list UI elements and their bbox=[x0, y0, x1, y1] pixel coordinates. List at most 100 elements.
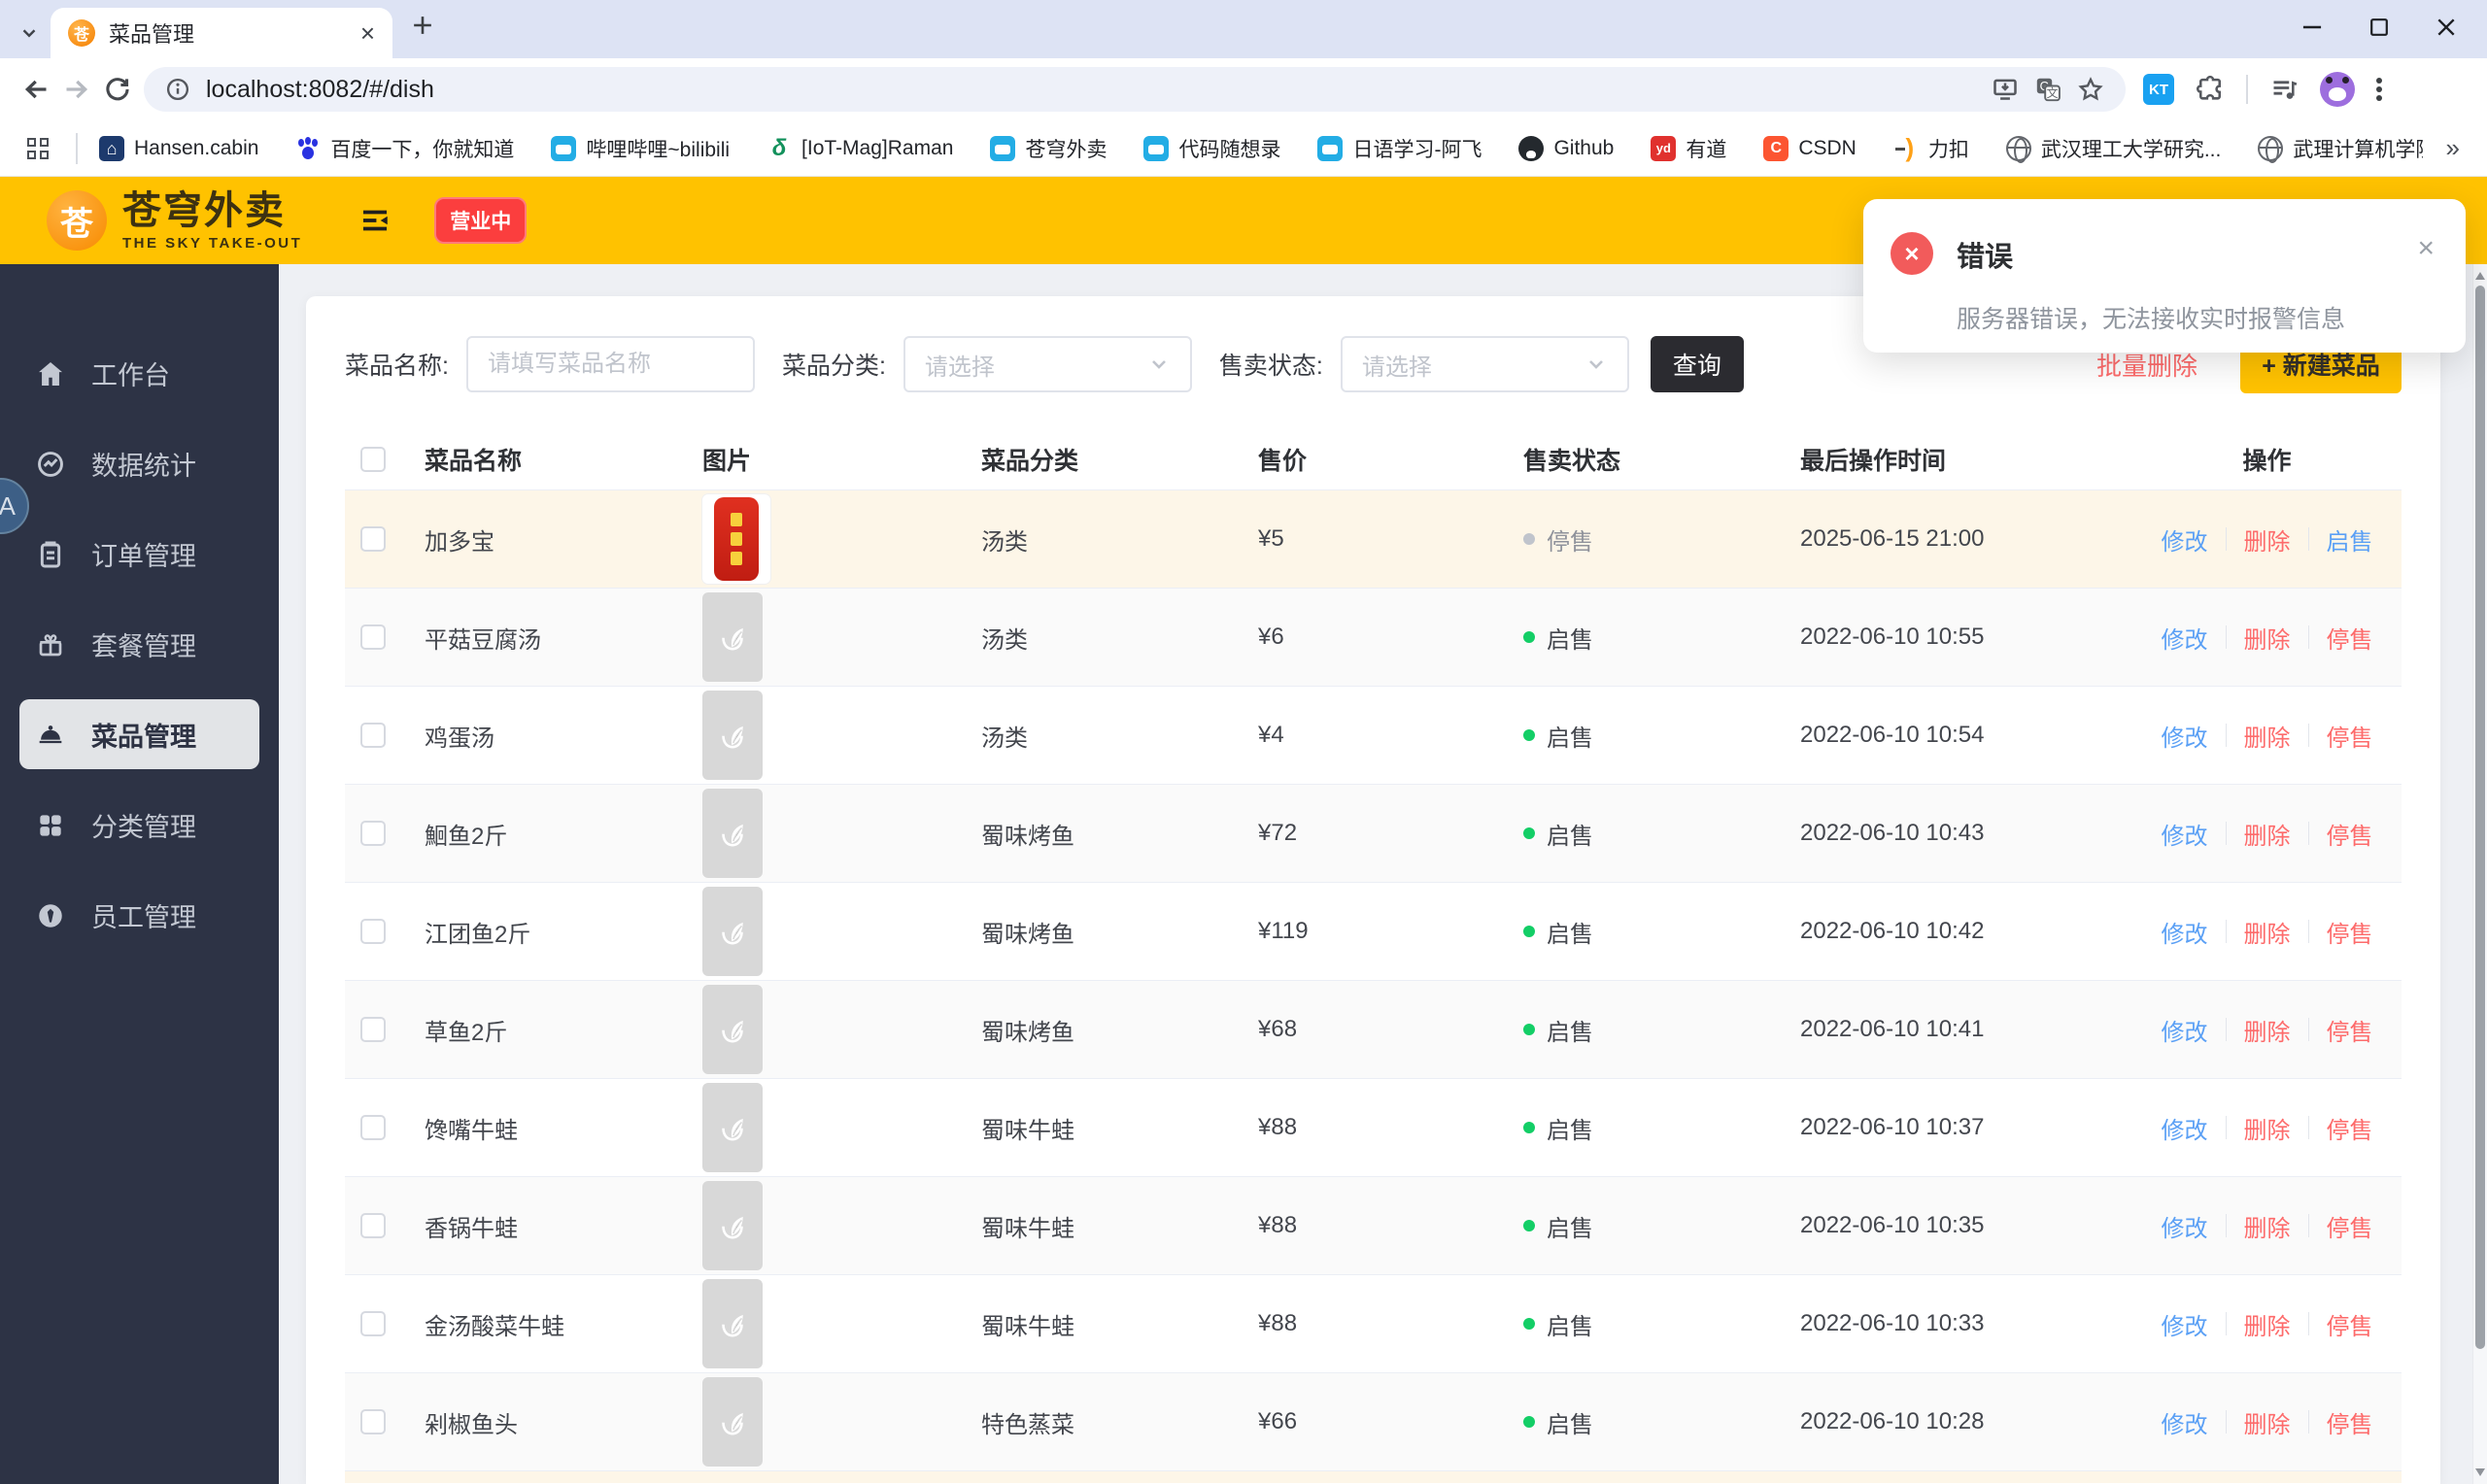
playlist-extension-icon[interactable] bbox=[2269, 75, 2299, 104]
page-scrollbar[interactable] bbox=[2472, 264, 2487, 1484]
delete-link[interactable]: 删除 bbox=[2244, 817, 2291, 851]
row-checkbox[interactable] bbox=[360, 1115, 386, 1140]
toggle-sale-link[interactable]: 停售 bbox=[2327, 1111, 2373, 1145]
sidebar-item-clipboard[interactable]: 订单管理 bbox=[0, 509, 279, 599]
bookmark-item[interactable]: 武理计算机学院 bbox=[2258, 134, 2423, 163]
shop-status-badge[interactable]: 营业中 bbox=[434, 197, 528, 244]
edit-link[interactable]: 修改 bbox=[2162, 621, 2208, 655]
toggle-sale-link[interactable]: 停售 bbox=[2327, 915, 2373, 949]
row-checkbox[interactable] bbox=[360, 1311, 386, 1336]
sidebar-item-cloche[interactable]: 菜品管理 bbox=[19, 699, 259, 769]
delete-link[interactable]: 删除 bbox=[2244, 1111, 2291, 1145]
bookmark-label: 力扣 bbox=[1927, 138, 1969, 161]
row-checkbox[interactable] bbox=[360, 919, 386, 944]
toast-close-icon[interactable]: × bbox=[2417, 232, 2435, 265]
delete-link[interactable]: 删除 bbox=[2244, 1209, 2291, 1243]
search-button[interactable]: 查询 bbox=[1650, 336, 1744, 392]
kt-extension-icon[interactable]: KT bbox=[2143, 74, 2174, 105]
tab-search-chevron-icon[interactable] bbox=[12, 16, 47, 51]
edit-link[interactable]: 修改 bbox=[2162, 1405, 2208, 1439]
bookmark-item[interactable]: 武汉理工大学研究... bbox=[2005, 134, 2222, 163]
toggle-sale-link[interactable]: 启售 bbox=[2327, 523, 2373, 556]
delete-link[interactable]: 删除 bbox=[2244, 915, 2291, 949]
scrollbar-down-icon[interactable] bbox=[2475, 1468, 2485, 1476]
row-checkbox[interactable] bbox=[360, 723, 386, 748]
apps-grid-icon[interactable] bbox=[27, 137, 49, 159]
browser-tab[interactable]: 苍 菜品管理 × bbox=[51, 8, 392, 58]
delete-link[interactable]: 删除 bbox=[2244, 1013, 2291, 1047]
reload-icon[interactable] bbox=[97, 69, 138, 110]
address-bar[interactable]: localhost:8082/#/dish bbox=[144, 67, 2126, 112]
bookmarks-overflow-icon[interactable]: » bbox=[2446, 133, 2460, 163]
row-checkbox[interactable] bbox=[360, 526, 386, 552]
last-operate-time-cell: 2022-06-10 10:33 bbox=[1800, 1310, 1985, 1336]
toggle-sale-link[interactable]: 停售 bbox=[2327, 621, 2373, 655]
bookmark-item[interactable]: CSDN bbox=[1763, 135, 1857, 161]
sidebar-item-grid[interactable]: 分类管理 bbox=[0, 780, 279, 870]
sidebar-collapse-icon[interactable] bbox=[358, 204, 392, 237]
row-checkbox[interactable] bbox=[360, 624, 386, 650]
delete-link[interactable]: 删除 bbox=[2244, 621, 2291, 655]
url-text[interactable]: localhost:8082/#/dish bbox=[206, 76, 1976, 104]
dish-name-input[interactable] bbox=[465, 336, 755, 392]
extensions-puzzle-icon[interactable] bbox=[2196, 75, 2225, 104]
close-window-button[interactable] bbox=[2433, 14, 2460, 41]
toggle-sale-link[interactable]: 停售 bbox=[2327, 1405, 2373, 1439]
bookmark-item[interactable]: 代码随想录 bbox=[1143, 134, 1280, 163]
edit-link[interactable]: 修改 bbox=[2162, 1209, 2208, 1243]
delete-link[interactable]: 删除 bbox=[2244, 1405, 2291, 1439]
bookmark-item[interactable]: 有道 bbox=[1651, 134, 1726, 163]
edit-link[interactable]: 修改 bbox=[2162, 817, 2208, 851]
bookmark-item[interactable]: Github bbox=[1518, 135, 1614, 161]
sale-status-select[interactable]: 请选择 bbox=[1340, 336, 1629, 392]
row-checkbox[interactable] bbox=[360, 821, 386, 846]
edit-link[interactable]: 修改 bbox=[2162, 1013, 2208, 1047]
bookmark-item[interactable]: 力扣 bbox=[1893, 134, 1969, 163]
bookmark-item[interactable]: 苍穹外卖 bbox=[990, 134, 1107, 163]
bookmark-item[interactable]: 日语学习-阿飞 bbox=[1317, 134, 1482, 163]
back-icon[interactable] bbox=[16, 69, 56, 110]
site-info-icon[interactable] bbox=[165, 77, 190, 102]
bookmark-star-icon[interactable] bbox=[2077, 76, 2104, 103]
edit-link[interactable]: 修改 bbox=[2162, 523, 2208, 556]
bookmark-item[interactable]: 哔哩哔哩~bilibili bbox=[551, 134, 730, 163]
translate-icon[interactable] bbox=[2034, 76, 2061, 103]
maximize-button[interactable] bbox=[2367, 15, 2392, 40]
row-checkbox[interactable] bbox=[360, 1409, 386, 1434]
select-all-checkbox[interactable] bbox=[360, 446, 386, 472]
new-tab-button[interactable] bbox=[410, 13, 435, 43]
profile-avatar[interactable] bbox=[2320, 72, 2355, 107]
delete-link[interactable]: 删除 bbox=[2244, 719, 2291, 753]
sidebar-item-staff[interactable]: 员工管理 bbox=[0, 870, 279, 961]
scrollbar-up-icon[interactable] bbox=[2475, 272, 2485, 280]
bookmark-item[interactable]: Hansen.cabin bbox=[99, 135, 258, 161]
toggle-sale-link[interactable]: 停售 bbox=[2327, 817, 2373, 851]
toggle-sale-link[interactable]: 停售 bbox=[2327, 1013, 2373, 1047]
delete-link[interactable]: 删除 bbox=[2244, 1307, 2291, 1341]
edit-link[interactable]: 修改 bbox=[2162, 1111, 2208, 1145]
install-app-icon[interactable] bbox=[1992, 76, 2019, 103]
toggle-sale-link[interactable]: 停售 bbox=[2327, 1307, 2373, 1341]
minimize-button[interactable] bbox=[2299, 14, 2326, 41]
globe-icon bbox=[2258, 135, 2284, 163]
sidebar-item-gift[interactable]: 套餐管理 bbox=[0, 599, 279, 690]
edit-link[interactable]: 修改 bbox=[2162, 915, 2208, 949]
bookmark-item[interactable]: [IoT-Mag]Raman bbox=[767, 136, 953, 161]
dish-price-cell: ¥5 bbox=[1258, 525, 1284, 552]
bookmark-item[interactable]: 百度一下，你就知道 bbox=[295, 134, 514, 163]
dish-category-select[interactable]: 请选择 bbox=[903, 336, 1192, 392]
tab-close-icon[interactable]: × bbox=[360, 20, 375, 46]
browser-menu-icon[interactable] bbox=[2376, 78, 2382, 84]
toggle-sale-link[interactable]: 停售 bbox=[2327, 1209, 2373, 1243]
sidebar-item-home[interactable]: 工作台 bbox=[0, 328, 279, 419]
edit-link[interactable]: 修改 bbox=[2162, 1307, 2208, 1341]
bookmark-label: 武汉理工大学研究... bbox=[2040, 138, 2222, 161]
scrollbar-thumb[interactable] bbox=[2475, 286, 2485, 1349]
row-checkbox[interactable] bbox=[360, 1213, 386, 1238]
row-checkbox[interactable] bbox=[360, 1017, 386, 1042]
edit-link[interactable]: 修改 bbox=[2162, 719, 2208, 753]
forward-icon[interactable] bbox=[56, 69, 97, 110]
sidebar-item-chart[interactable]: 数据统计 bbox=[0, 419, 279, 509]
toggle-sale-link[interactable]: 停售 bbox=[2327, 719, 2373, 753]
delete-link[interactable]: 删除 bbox=[2244, 523, 2291, 556]
